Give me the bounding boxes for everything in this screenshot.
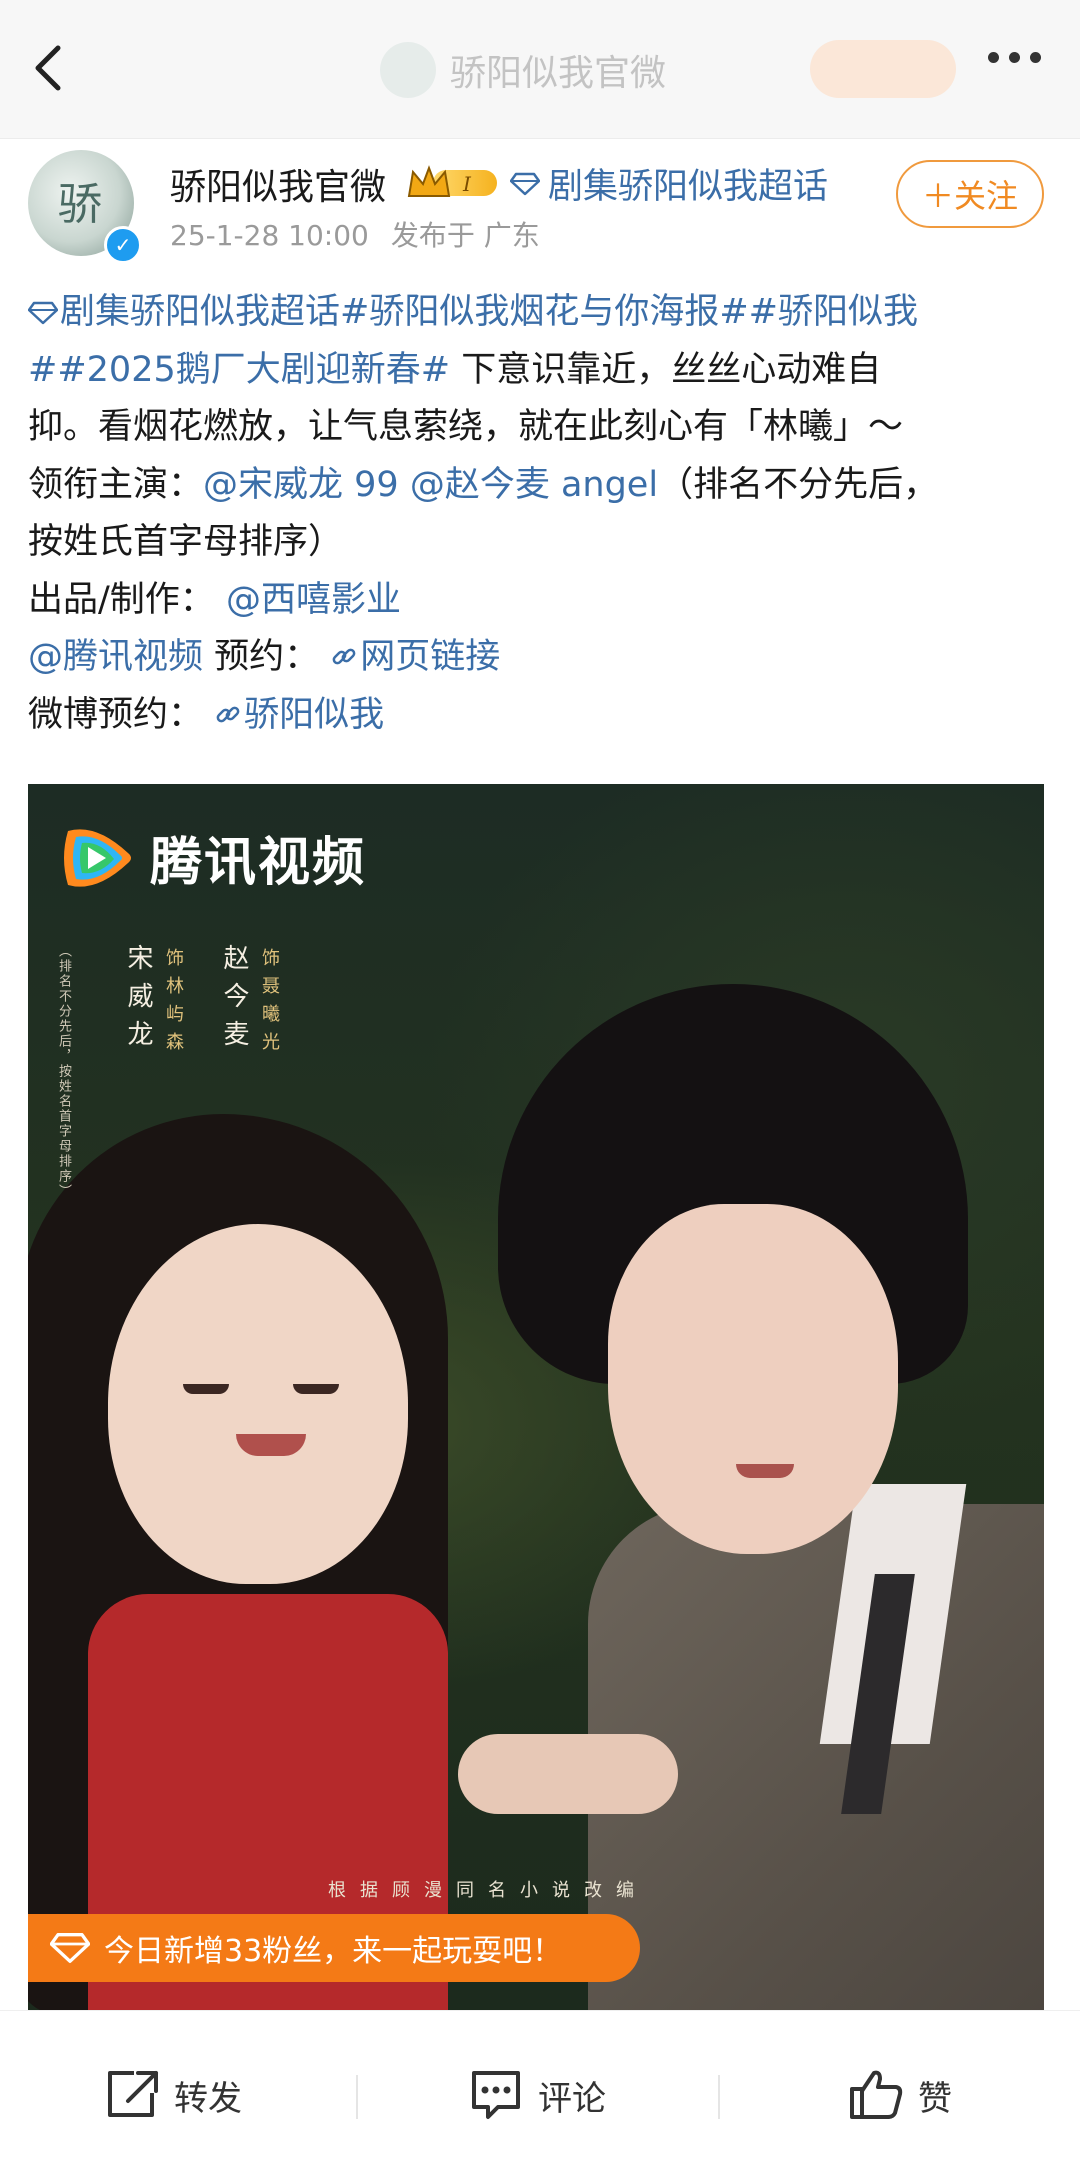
poster-actor-name: 赵今麦 [219,944,249,1058]
verified-badge-icon: ✓ [104,226,142,264]
diamond-icon [28,301,58,325]
repost-button[interactable]: 转发 [104,2065,242,2125]
repost-share-icon [108,2071,158,2117]
poster-role-name: 饰林屿森 [163,948,184,1060]
back-arrow-icon[interactable] [20,38,80,98]
poster-figure-woman-face [108,1224,408,1584]
poster-figure-woman-mouth [236,1434,306,1456]
nav-follow-button[interactable] [810,40,956,98]
post-body: 剧集骄阳似我超话#骄阳似我烟花与你海报##骄阳似我 ##2025鹅厂大剧迎新春#… [28,284,1058,744]
nav-title-group: 骄阳似我官微 [380,38,666,102]
author-name[interactable]: 骄阳似我官微 [170,158,386,210]
super-topic-link[interactable]: 剧集骄阳似我超话 [510,158,828,209]
poster-actor-name: 宋威龙 [123,944,153,1058]
poster-figure-man-face [608,1204,898,1554]
hashtag-links[interactable]: #骄阳似我烟花与你海报##骄阳似我 [340,292,918,332]
like-button[interactable]: 赞 [848,2065,952,2125]
mention-link[interactable]: @宋威龙 99 [203,465,399,505]
reservation-label: 预约： [203,637,320,677]
reservation-link[interactable]: 骄阳似我 [214,695,384,735]
post-line-1: 剧集骄阳似我超话#骄阳似我烟花与你海报##骄阳似我 [28,284,1058,342]
mention-link[interactable]: @腾讯视频 [28,637,203,677]
comment-label: 评论 [538,2078,606,2119]
post-text: （排名不分先后， [658,464,939,505]
comment-button[interactable]: 评论 [468,2065,606,2125]
post-time: 25-1-28 10:00 [170,219,369,252]
weibo-reservation-label: 微博预约： [28,694,204,735]
poster-adaptation-credit: 根据顾漫同名小说改编 [328,1880,648,1901]
avatar-glyph: 骄 [58,179,102,230]
super-topic-label: 剧集骄阳似我超话 [548,167,829,207]
link-chain-icon [332,648,356,665]
badge-level: I [462,172,472,196]
link-chain-icon [216,706,240,722]
reservation-link-label: 骄阳似我 [244,694,385,735]
fan-banner-text: 今日新增33粉丝，来一起玩耍吧！ [104,1934,563,1969]
poster-role-name: 饰聂曦光 [259,948,280,1060]
post-line-3: 抑。看烟花燃放，让气息萦绕，就在此刻心有「林曦」～ [28,407,904,447]
nav-avatar [380,42,436,98]
mention-link[interactable]: @西嘻影业 [226,580,401,620]
post-line-6: 出品/制作： @西嘻影业 [28,572,1058,630]
poster-figure-man-mouth [736,1464,794,1478]
post-line-4: 领衔主演：@宋威龙 99 @赵今麦 angel（排名不分先后， [28,457,1058,515]
poster-figure-hand [458,1734,678,1814]
action-divider [356,2075,358,2119]
nav-title: 骄阳似我官微 [450,53,667,94]
post-line-7: @腾讯视频 预约： 网页链接 [28,629,1058,687]
web-link[interactable]: 网页链接 [330,637,500,677]
super-topic-inline-label: 剧集骄阳似我超话 [60,292,341,332]
brand-name: 腾讯视频 [150,833,367,893]
post-image[interactable]: 腾讯视频 （排名不分先后，按姓名首字母排序） 宋威龙 饰林屿森 赵今麦 饰聂曦光… [28,784,1044,2010]
action-divider [718,2075,720,2119]
post-line-8: 微博预约： 骄阳似我 [28,687,1058,745]
tencent-video-play-icon [64,828,131,887]
thumbs-up-icon [850,2070,903,2119]
diamond-icon [50,1933,90,1963]
tencent-video-logo: 腾讯视频 [56,820,366,895]
repost-label: 转发 [174,2078,242,2119]
follow-button[interactable]: ＋关注 [896,160,1044,228]
post-meta: 25-1-28 10:00 发布于 广东 [170,214,540,254]
poster-figure-woman-eye [183,1384,229,1394]
cast-label: 领衔主演： [28,464,204,505]
post-line-5: 按姓氏首字母排序） [28,522,344,562]
fan-growth-banner[interactable]: 今日新增33粉丝，来一起玩耍吧！ [28,1914,640,1982]
comment-bubble-icon [472,2071,520,2119]
top-navigation-bar: 骄阳似我官微 [0,0,1080,139]
post-action-bar: 转发 评论 赞 [0,2010,1080,2179]
poster-ordering-note: （排名不分先后，按姓名首字母排序） [56,944,71,1199]
more-dots-icon[interactable] [988,52,1041,63]
hashtag-link[interactable]: ##2025鹅厂大剧迎新春# [28,350,450,390]
web-link-label: 网页链接 [360,637,501,677]
diamond-icon [510,172,540,195]
producer-label: 出品/制作： [28,579,215,620]
like-label: 赞 [918,2078,952,2119]
post-location: 发布于 广东 [390,219,540,252]
member-crown-badge-icon[interactable]: I [405,162,501,202]
mention-link[interactable]: @赵今麦 angel [410,465,658,505]
poster-figure-woman-eye [293,1384,339,1394]
post-line-2: ##2025鹅厂大剧迎新春# 下意识靠近，丝丝心动难自 [28,342,1058,400]
super-topic-inline-link[interactable]: 剧集骄阳似我超话 [28,292,340,332]
post-text: 下意识靠近，丝丝心动难自 [450,349,882,390]
